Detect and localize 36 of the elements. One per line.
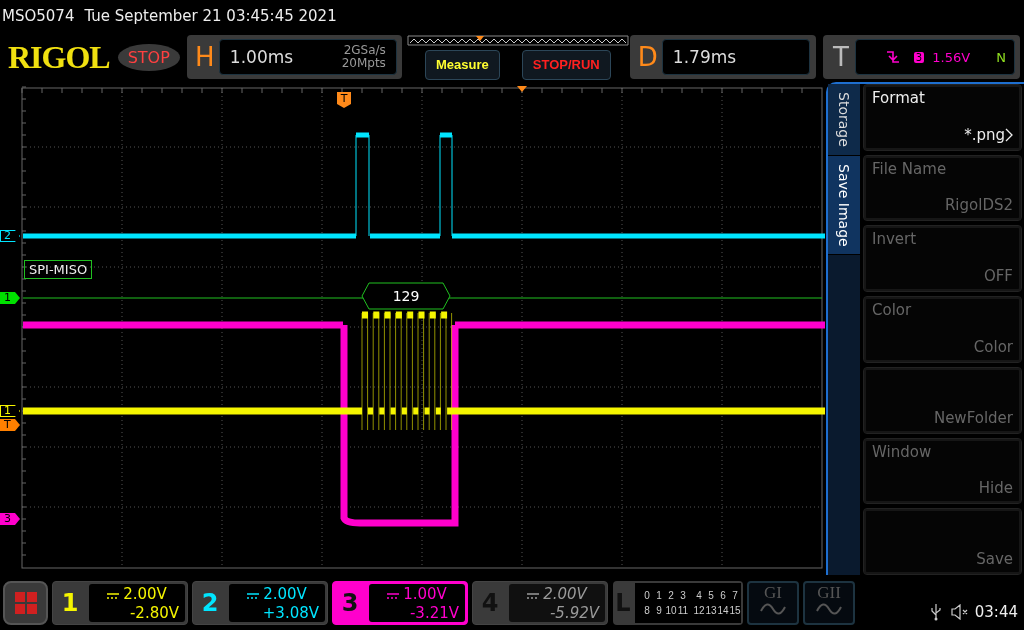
channel-button[interactable]: 3 1.00V -3.21V xyxy=(332,580,468,625)
sine-wave-icon xyxy=(760,602,786,615)
trigger-button[interactable]: T 3 1.56V N xyxy=(822,35,1020,79)
channel-button[interactable]: 1 2.00V -2.80V xyxy=(52,580,188,625)
timebase-button[interactable]: H 1.00ms 2GSa/s 20Mpts xyxy=(186,35,402,79)
channel-button[interactable]: 2 2.00V +3.08V xyxy=(192,580,328,625)
dc-coupling-icon xyxy=(387,592,400,599)
run-status-badge: STOP xyxy=(117,43,180,71)
channel-marker: 2 xyxy=(0,230,20,242)
menu-tab[interactable]: Storage xyxy=(828,84,860,156)
usb-icon xyxy=(930,602,941,621)
channel-marker: 1 xyxy=(0,292,20,304)
speaker-muted-icon xyxy=(950,603,969,620)
decode-label: SPI-MISO xyxy=(24,260,93,279)
clock-time: 03:44 xyxy=(974,602,1018,621)
channel-marker: 1 xyxy=(0,405,20,417)
model-name: MSO5074 xyxy=(2,7,75,25)
trigger-position-marker: T xyxy=(337,92,351,108)
delay-button[interactable]: D 1.79ms xyxy=(629,35,816,79)
delay-marker-icon xyxy=(517,86,527,92)
date-time: Tue September 21 03:45:45 2021 xyxy=(84,7,337,25)
sine-wave-icon xyxy=(816,602,842,615)
grid-icon xyxy=(14,591,37,614)
dc-coupling-icon xyxy=(107,592,120,599)
menu-item[interactable]: Format *.png xyxy=(863,84,1022,151)
falling-edge-icon xyxy=(885,50,900,64)
measure-button[interactable]: Measure xyxy=(425,49,500,80)
dc-coupling-icon xyxy=(247,592,260,599)
menu-tab[interactable]: Save Image xyxy=(828,155,860,256)
decode-value-label: 129 xyxy=(361,282,451,310)
brand-logo: RIGOL xyxy=(8,38,110,76)
stop-run-button[interactable]: STOP/RUN xyxy=(521,49,611,80)
channel-marker: 3 xyxy=(0,513,20,525)
dc-coupling-icon xyxy=(527,592,540,599)
channel-marker: T xyxy=(0,419,20,431)
main-menu-button[interactable] xyxy=(3,580,48,625)
